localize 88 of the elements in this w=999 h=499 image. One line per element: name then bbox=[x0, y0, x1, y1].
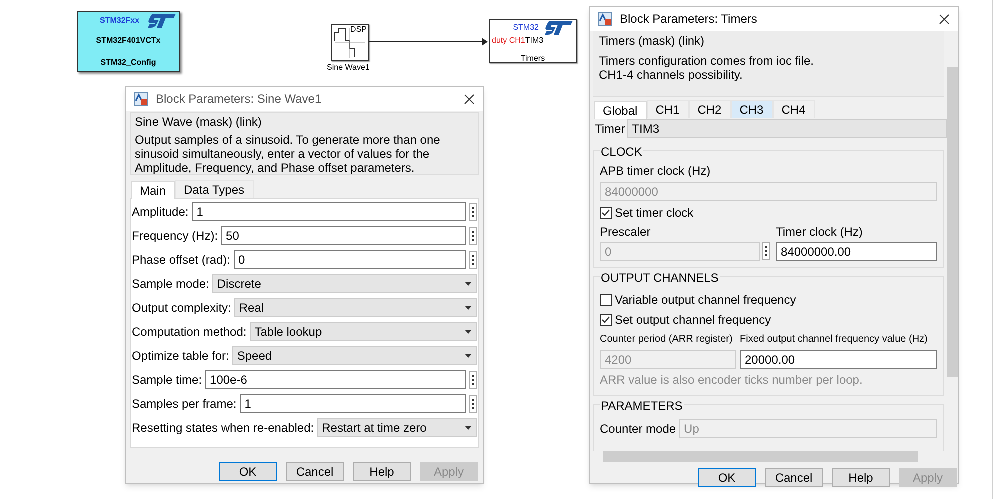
dialog-button[interactable]: Help bbox=[353, 462, 411, 481]
input-field[interactable]: 20000.00 bbox=[740, 350, 937, 369]
more-options-button[interactable] bbox=[469, 226, 477, 244]
description-text: Timers configuration comes from ioc file. CH1-4 channels possibility. bbox=[599, 54, 815, 82]
more-options-button[interactable] bbox=[762, 242, 770, 260]
tab[interactable]: CH3 bbox=[730, 100, 773, 118]
tab[interactable]: CH2 bbox=[688, 100, 731, 118]
parameter-label: Frequency (Hz): bbox=[132, 228, 218, 244]
dropdown-caret-icon bbox=[465, 426, 472, 430]
description-text: Output samples of a sinusoid. To generate more than one sinusoid simultaneously, enter a vector of values for the Amplitude, Frequency, and Phase offset parameters. bbox=[135, 133, 442, 175]
dropdown[interactable]: Restart at time zero bbox=[317, 418, 477, 437]
more-options-button[interactable] bbox=[469, 202, 477, 220]
input-field[interactable]: 1 bbox=[240, 394, 466, 413]
mask-title: Timers (mask) (link) bbox=[599, 33, 706, 49]
sine-wave-block[interactable]: DSP bbox=[331, 24, 369, 61]
more-options-button[interactable] bbox=[469, 394, 477, 412]
dropdown[interactable]: TIM3 bbox=[627, 119, 947, 138]
input-field[interactable]: 100e-6 bbox=[205, 370, 466, 389]
dropdown-caret-icon bbox=[465, 330, 472, 334]
dialog-button[interactable]: Cancel bbox=[286, 462, 344, 481]
field-label: APB timer clock (Hz) bbox=[600, 163, 712, 179]
checkbox-label: Set timer clock bbox=[615, 205, 694, 222]
block-text: STM32_Config bbox=[100, 57, 156, 69]
tab[interactable]: Main bbox=[131, 181, 176, 199]
block-text: TIM3 bbox=[525, 35, 544, 47]
checkbox[interactable] bbox=[600, 207, 612, 219]
dropdown-caret-icon bbox=[465, 306, 472, 310]
more-options-button[interactable] bbox=[469, 370, 477, 388]
dialog-button[interactable]: OK bbox=[219, 462, 277, 481]
dialog-button[interactable]: OK bbox=[698, 468, 756, 487]
block-parameters-icon bbox=[134, 92, 148, 106]
scrollbar-thumb[interactable] bbox=[947, 67, 958, 377]
dropdown-caret-icon bbox=[465, 282, 472, 286]
window-title: Block Parameters: Sine Wave1 bbox=[156, 91, 323, 108]
close-icon[interactable] bbox=[464, 94, 475, 104]
field-label: Counter mode bbox=[600, 420, 676, 438]
dialog-button[interactable]: Help bbox=[832, 468, 890, 487]
block-label: Timers bbox=[520, 53, 546, 65]
field-label: Timer bbox=[595, 120, 626, 138]
block-badge: DSP bbox=[350, 25, 367, 35]
timers-block[interactable]: STM32 duty CH1TIM3 Timers bbox=[489, 19, 577, 63]
parameter-label: Phase offset (rad): bbox=[132, 252, 230, 268]
tab[interactable]: Global bbox=[594, 101, 647, 119]
vertical-scrollbar[interactable] bbox=[947, 31, 958, 451]
dropdown[interactable]: Speed bbox=[232, 346, 477, 365]
dropdown[interactable]: Discrete bbox=[212, 274, 477, 293]
parameter-label: Optimize table for: bbox=[132, 348, 230, 364]
tab[interactable]: Data Types bbox=[175, 180, 254, 198]
dialog-button[interactable]: Cancel bbox=[765, 468, 823, 487]
parameter-label: Sample time: bbox=[132, 372, 202, 388]
dropdown[interactable]: Real bbox=[234, 298, 477, 317]
tab[interactable]: CH1 bbox=[646, 100, 689, 118]
block-parameters-icon bbox=[598, 12, 612, 26]
block-text: STM32F401VCTx bbox=[96, 35, 161, 47]
checkbox-label: Variable output channel frequency bbox=[615, 292, 796, 309]
block-text: STM32 bbox=[513, 22, 539, 34]
checkbox-label: Set output channel frequency bbox=[615, 312, 772, 329]
parameter-label: Output complexity: bbox=[132, 300, 232, 316]
field-label: Fixed output channel frequency value (Hz) bbox=[740, 333, 928, 347]
staircase-wave-icon bbox=[334, 27, 366, 59]
block-label: Sine Wave1 bbox=[327, 62, 370, 74]
config-block[interactable]: STM32Fxx STM32F401VCTx STM32_Config bbox=[77, 11, 180, 72]
parameter-label: Computation method: bbox=[132, 324, 247, 340]
parameter-label: Samples per frame: bbox=[132, 396, 237, 412]
input-field[interactable]: 50 bbox=[221, 226, 466, 245]
input-field[interactable]: 1 bbox=[192, 202, 466, 221]
tab[interactable]: CH4 bbox=[772, 100, 815, 118]
input-field[interactable]: 0 bbox=[234, 250, 466, 269]
st-logo-icon bbox=[545, 21, 573, 35]
window-title: Block Parameters: Timers bbox=[620, 11, 758, 28]
dropdown[interactable]: Table lookup bbox=[250, 322, 477, 341]
field-label: Counter period (ARR register) bbox=[600, 333, 733, 347]
parameter-label: Amplitude: bbox=[132, 204, 189, 220]
input-field[interactable]: 84000000.00 bbox=[776, 242, 937, 261]
block-text: STM32Fxx bbox=[100, 15, 140, 27]
st-logo-icon bbox=[148, 14, 176, 28]
note-text: ARR value is also encoder ticks number per loop. bbox=[600, 372, 864, 389]
dropdown-caret-icon bbox=[465, 354, 472, 358]
parameter-label: Resetting states when re-enabled: bbox=[132, 420, 314, 436]
field-label: Prescaler bbox=[600, 224, 652, 240]
mask-title: Sine Wave (mask) (link) bbox=[135, 114, 263, 130]
checkbox[interactable] bbox=[600, 294, 612, 306]
parameter-label: Sample mode: bbox=[132, 276, 210, 292]
field-label: Timer clock (Hz) bbox=[776, 224, 864, 240]
close-icon[interactable] bbox=[939, 14, 950, 24]
port-label: duty CH1 bbox=[492, 35, 526, 47]
checkbox[interactable] bbox=[600, 314, 612, 326]
more-options-button[interactable] bbox=[469, 250, 477, 268]
